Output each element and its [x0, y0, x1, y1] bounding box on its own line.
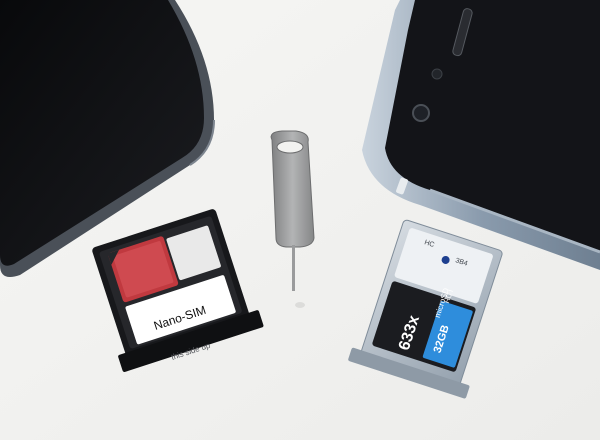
- sensor-dot: [431, 68, 443, 80]
- photo-illustration: Nano-SIM this side up 633x 32GB microSD …: [0, 0, 600, 440]
- photo-scene: Nano-SIM this side up 633x 32GB microSD …: [0, 0, 600, 440]
- front-camera: [412, 104, 430, 122]
